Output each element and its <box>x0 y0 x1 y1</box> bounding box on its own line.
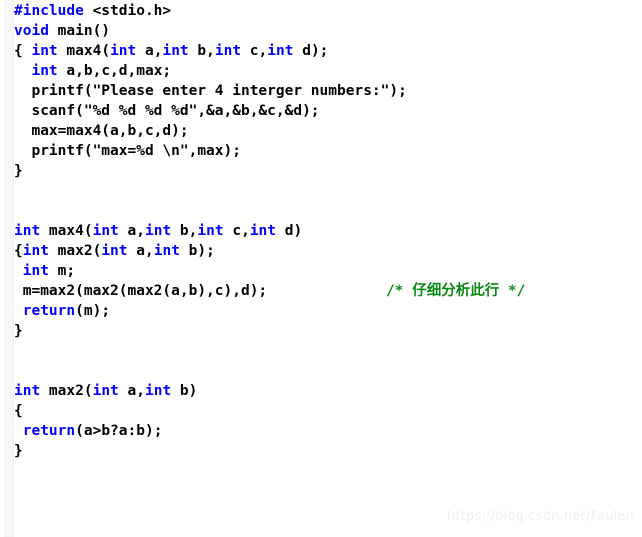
code-line: max=max4(a,b,c,d); <box>14 121 407 141</box>
code-text: c, <box>241 43 268 59</box>
code-keyword: int <box>145 223 172 239</box>
code-keyword: int <box>153 243 180 259</box>
code-text: m; <box>48 263 76 279</box>
code-line: return(m); <box>14 301 407 321</box>
code-text: { <box>14 243 23 259</box>
code-text: b) <box>171 383 198 399</box>
code-text: } <box>14 443 23 459</box>
code-line: int a,b,c,d,max; <box>14 61 407 81</box>
code-text: } <box>14 163 23 179</box>
code-line: int max2(int a,int b) <box>14 381 407 401</box>
code-text: max=max4(a,b,c,d); <box>14 123 189 139</box>
code-editor: #include <stdio.h> void main(){ int max4(… <box>0 0 642 537</box>
code-text: d) <box>276 223 303 239</box>
code-text: printf("Please enter 4 interger numbers:… <box>14 83 407 99</box>
code-keyword: int <box>101 243 128 259</box>
code-text: d); <box>293 43 329 59</box>
code-line: } <box>14 321 407 341</box>
code-line: scanf("%d %d %d %d",&a,&b,&c,&d); <box>14 101 407 121</box>
code-keyword: return <box>22 303 76 319</box>
code-line: int max4(int a,int b,int c,int d) <box>14 221 407 241</box>
code-text: a, <box>127 243 154 259</box>
code-text: max4( <box>40 223 93 239</box>
code-keyword: int <box>267 43 294 59</box>
code-keyword: int <box>214 43 242 59</box>
code-line: } <box>14 441 407 461</box>
code-line: m=max2(max2(max2(a,b),c),d); /* 仔细分析此行 */ <box>14 281 526 301</box>
code-text: (m); <box>75 303 111 319</box>
watermark-text: https://blog.csdn.net/Faulen <box>447 509 634 524</box>
code-text: main() <box>48 23 111 39</box>
code-text: a, <box>136 43 163 59</box>
code-keyword: void <box>14 23 49 39</box>
code-keyword: int <box>22 263 49 279</box>
code-line: } <box>14 161 407 181</box>
code-keyword: int <box>22 243 49 259</box>
code-line: { int max4(int a,int b,int c,int d); <box>14 41 407 61</box>
code-text: (a>b?a:b); <box>75 423 163 439</box>
code-line: printf("max=%d \n",max); <box>14 141 407 161</box>
code-keyword: int <box>145 383 172 399</box>
code-comment: /* 仔细分析此行 */ <box>386 283 526 299</box>
code-text: m=max2(max2(max2(a,b),c),d); <box>14 283 268 299</box>
code-keyword: return <box>22 423 76 439</box>
code-line: #include <stdio.h> <box>14 1 407 21</box>
code-keyword: int <box>31 63 58 79</box>
code-keyword: int <box>31 43 58 59</box>
code-keyword: int <box>14 383 41 399</box>
code-keyword: int <box>249 223 277 239</box>
code-text: { <box>14 403 23 419</box>
code-text: b); <box>179 243 215 259</box>
code-text: } <box>14 323 23 339</box>
code-text: a, <box>118 383 145 399</box>
code-text: a, <box>118 223 145 239</box>
code-listing[interactable]: #include <stdio.h> void main(){ int max4(… <box>14 1 526 461</box>
code-text: b, <box>188 43 215 59</box>
code-keyword: #include <box>14 3 84 19</box>
code-line: return(a>b?a:b); <box>14 421 407 441</box>
code-line: printf("Please enter 4 interger numbers:… <box>14 81 407 101</box>
code-keyword: int <box>197 223 224 239</box>
code-text: <stdio.h> <box>83 3 172 19</box>
code-keyword: int <box>92 223 119 239</box>
code-text: b, <box>171 223 198 239</box>
code-line: { <box>14 401 407 421</box>
code-line: {int max2(int a,int b); <box>14 241 407 261</box>
code-text: scanf("%d %d %d %d",&a,&b,&c,&d); <box>14 103 320 119</box>
code-text: max2( <box>40 383 93 399</box>
code-line: int m; <box>14 261 407 281</box>
code-text: { <box>14 43 32 59</box>
code-line: void main() <box>14 21 407 41</box>
editor-gutter <box>4 0 14 537</box>
code-text: a,b,c,d,max; <box>57 63 172 79</box>
code-text: printf("max=%d \n",max); <box>14 143 241 159</box>
code-text: max2( <box>48 243 102 259</box>
code-text: max4( <box>57 43 111 59</box>
code-keyword: int <box>110 43 137 59</box>
code-keyword: int <box>92 383 119 399</box>
code-text: c, <box>223 223 250 239</box>
code-keyword: int <box>162 43 189 59</box>
code-keyword: int <box>14 223 41 239</box>
